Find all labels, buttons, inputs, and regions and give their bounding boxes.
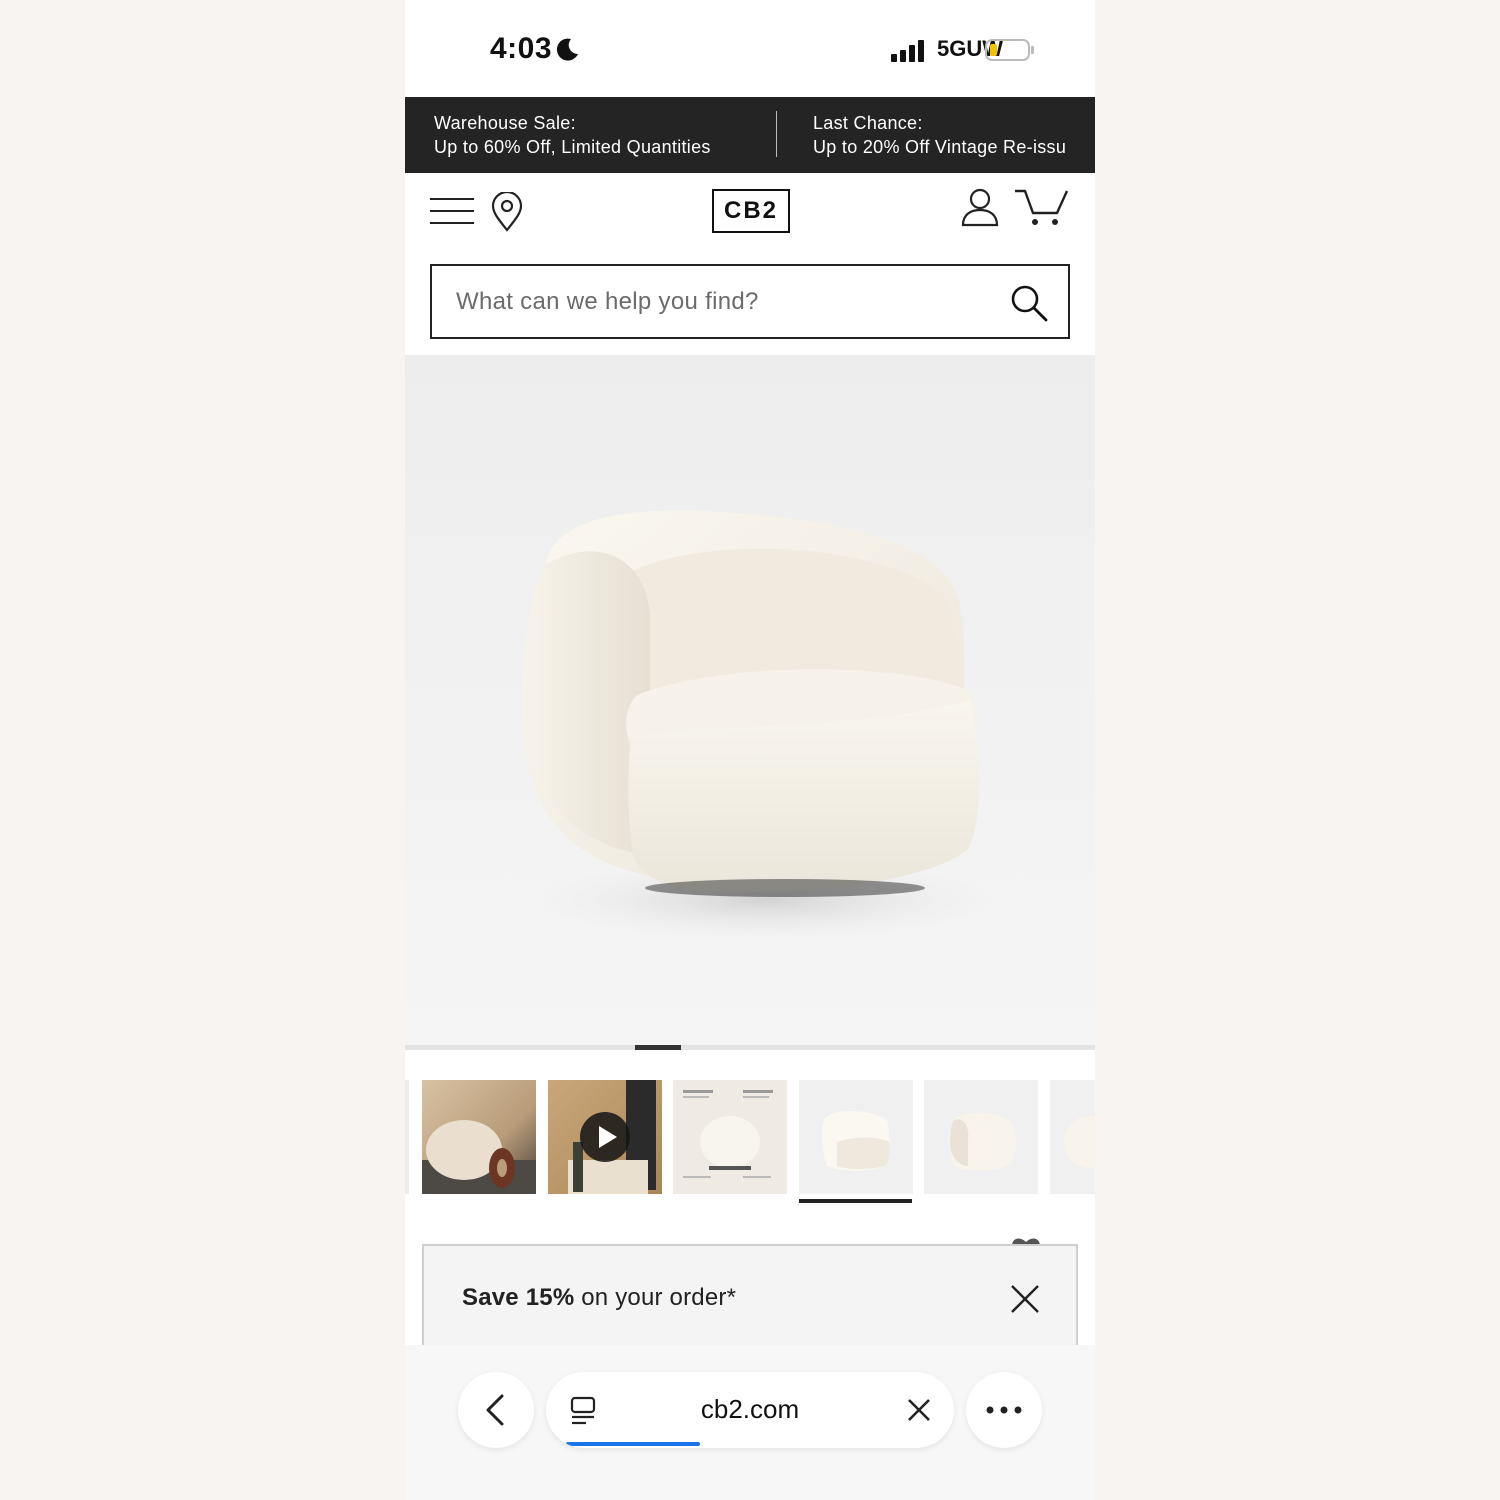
product-hero-image[interactable] bbox=[405, 355, 1095, 1045]
status-time: 4:03 bbox=[490, 32, 553, 65]
close-icon[interactable] bbox=[1010, 1284, 1040, 1314]
site-header: CB2 bbox=[405, 173, 1095, 253]
search-input[interactable] bbox=[456, 266, 976, 337]
thumbnail-front-angle[interactable] bbox=[799, 1080, 913, 1194]
browser-toolbar: cb2.com bbox=[405, 1345, 1095, 1500]
promo-last-chance[interactable]: Last Chance: Up to 20% Off Vintage Re-is… bbox=[813, 111, 1066, 159]
more-options-button[interactable] bbox=[966, 1372, 1042, 1448]
save-offer-rest: on your order* bbox=[574, 1284, 737, 1311]
chair-back-image bbox=[1064, 1116, 1095, 1168]
cart-icon[interactable] bbox=[1013, 187, 1069, 227]
stop-loading-icon[interactable] bbox=[906, 1397, 932, 1423]
promo-subtitle: Up to 20% Off Vintage Re-issu bbox=[813, 137, 1067, 157]
search-bar bbox=[430, 264, 1070, 339]
save-offer-text: Save 15% on your order* bbox=[462, 1284, 736, 1312]
hamburger-menu-icon[interactable] bbox=[430, 196, 474, 226]
save-offer-bold: Save 15% bbox=[462, 1284, 575, 1311]
thumbnail-back-angle[interactable] bbox=[1050, 1080, 1095, 1194]
battery-icon bbox=[985, 39, 1034, 61]
moon-icon bbox=[556, 38, 578, 61]
thumbnail-previous[interactable] bbox=[405, 1080, 409, 1194]
search-icon[interactable] bbox=[1010, 284, 1048, 322]
promo-warehouse-sale[interactable]: Warehouse Sale: Up to 60% Off, Limited Q… bbox=[434, 111, 711, 159]
gallery-progress-track bbox=[405, 1045, 1095, 1050]
promo-divider bbox=[776, 111, 777, 157]
feature-callout-image bbox=[683, 1090, 773, 1178]
back-button[interactable] bbox=[458, 1372, 534, 1448]
promo-title: Warehouse Sale: bbox=[434, 113, 576, 133]
promo-subtitle: Up to 60% Off, Limited Quantities bbox=[434, 137, 711, 157]
room-scene-image bbox=[422, 1120, 536, 1194]
play-icon[interactable] bbox=[580, 1112, 630, 1162]
url-text: cb2.com bbox=[700, 1394, 800, 1424]
chevron-left-icon bbox=[486, 1394, 504, 1426]
chair-front-image bbox=[822, 1111, 890, 1171]
active-thumbnail-indicator bbox=[799, 1199, 912, 1203]
status-bar: 4:03 5GUW bbox=[405, 0, 1095, 97]
signal-icon bbox=[891, 40, 924, 62]
store-location-icon[interactable] bbox=[490, 192, 524, 232]
chair-side-image bbox=[949, 1113, 1016, 1171]
thumbnail-feature-callouts[interactable] bbox=[673, 1080, 787, 1194]
thumbnail-lifestyle-room[interactable] bbox=[422, 1080, 536, 1194]
page-load-progress bbox=[566, 1442, 700, 1446]
thumbnail-video[interactable] bbox=[548, 1080, 662, 1194]
promo-banner: Warehouse Sale: Up to 60% Off, Limited Q… bbox=[405, 97, 1095, 173]
account-icon[interactable] bbox=[960, 187, 1000, 227]
cb2-logo[interactable]: CB2 bbox=[712, 189, 790, 233]
gallery-thumbnails bbox=[405, 1080, 1095, 1205]
gallery-progress-indicator[interactable] bbox=[635, 1045, 681, 1050]
swivel-chair-illustration bbox=[523, 510, 995, 940]
more-dots-icon bbox=[986, 1406, 1022, 1414]
address-bar[interactable]: cb2.com bbox=[546, 1372, 954, 1448]
promo-title: Last Chance: bbox=[813, 113, 923, 133]
mobile-screen: 4:03 5GUW Warehouse Sale: Up to 60% Off,… bbox=[405, 0, 1095, 1500]
thumbnail-side-angle[interactable] bbox=[924, 1080, 1038, 1194]
